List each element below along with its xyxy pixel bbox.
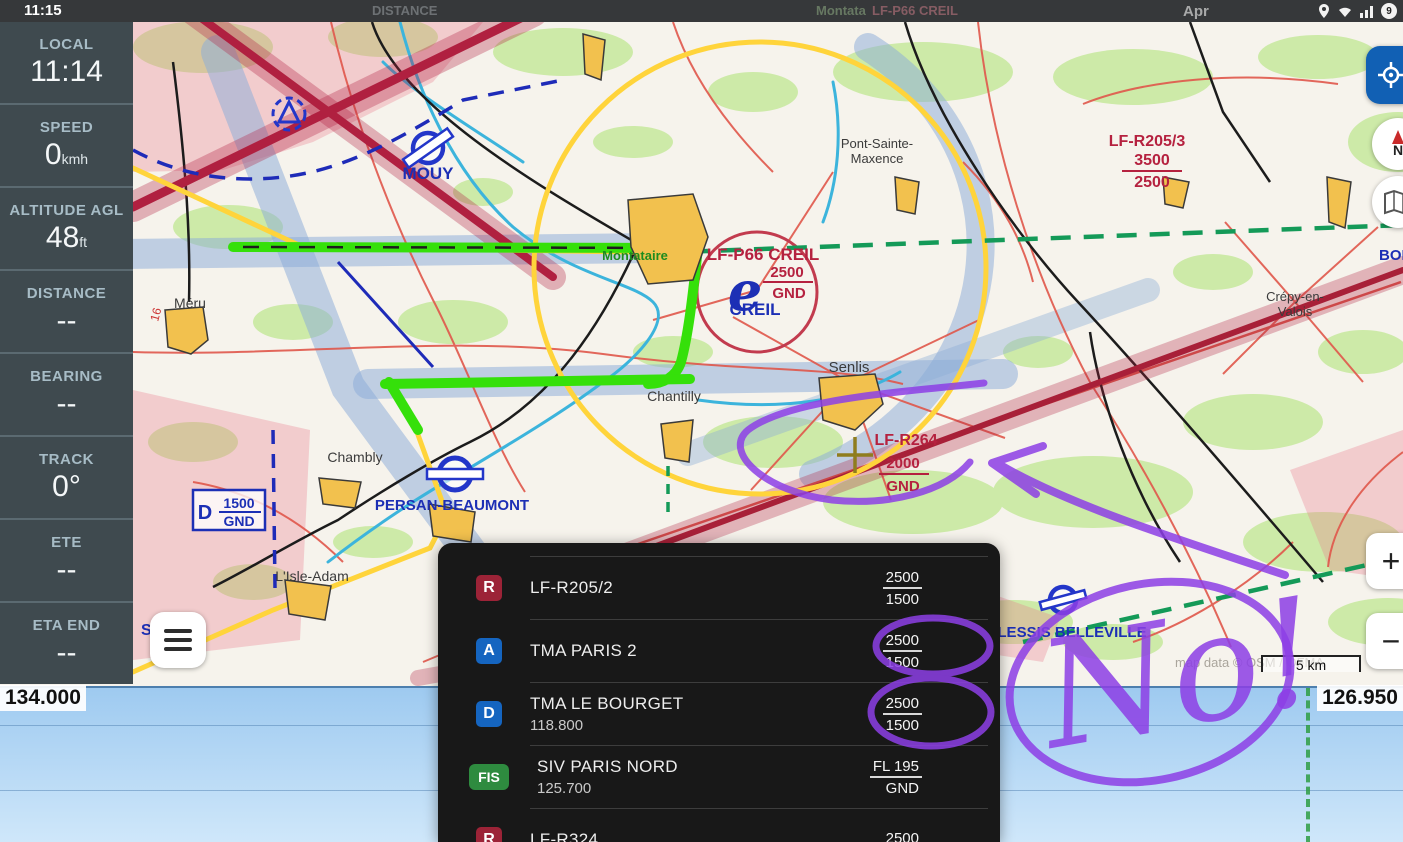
- metric-bearing: BEARING --: [0, 352, 133, 435]
- airspace-class-badge: A: [476, 638, 502, 664]
- svg-text:D: D: [198, 502, 212, 524]
- ghost-label: Montata: [816, 3, 866, 18]
- frequency-chip-left[interactable]: 134.000: [0, 685, 86, 711]
- signal-icon: [1360, 5, 1374, 18]
- metric-track: TRACK 0°: [0, 435, 133, 518]
- flight-data-sidebar: LOCAL 11:14 SPEED 0kmh ALTITUDE AGL 48ft…: [0, 22, 133, 684]
- ghost-label: LF-P66 CREIL: [872, 3, 958, 18]
- frequency-chip-right[interactable]: 126.950: [1317, 685, 1403, 711]
- airspace-row-siv-paris-nord[interactable]: FIS SIV PARIS NORD125.700 FL 195GND: [438, 746, 1000, 808]
- airspace-class-badge: FIS: [469, 764, 509, 790]
- label-senlis: Senlis: [829, 359, 870, 376]
- status-icons: 9: [1318, 2, 1397, 20]
- zoom-out-button[interactable]: −: [1366, 613, 1403, 669]
- label-crepy-2: Valois: [1278, 304, 1313, 319]
- svg-text:GND: GND: [886, 478, 920, 495]
- metric-altitude-agl: ALTITUDE AGL 48ft: [0, 186, 133, 269]
- airspace-row-tma-le-bourget[interactable]: D TMA LE BOURGET118.800 25001500: [438, 683, 1000, 745]
- svg-text:GND: GND: [772, 285, 806, 302]
- hamburger-icon: [164, 629, 192, 633]
- label-crepy-1: Crépy-en-: [1266, 289, 1324, 304]
- battery-icon: 9: [1381, 3, 1397, 19]
- status-bar: 11:15 DISTANCE Montata LF-P66 CREIL Apr …: [0, 0, 1403, 22]
- label-montataire: Montataire: [602, 248, 668, 263]
- scale-bar: 5 km: [1262, 656, 1360, 673]
- ghost-label: DISTANCE: [372, 3, 437, 18]
- airspace-row-lf-r205-2[interactable]: R LF-R205/2 25001500: [438, 557, 1000, 619]
- ghost-label: Apr: [1183, 3, 1209, 20]
- svg-text:3500: 3500: [1134, 152, 1170, 169]
- altitude-limits: 2500: [883, 830, 922, 842]
- location-pin-icon: [1318, 3, 1330, 19]
- metric-local: LOCAL 11:14: [0, 22, 133, 103]
- airspace-class-badge: R: [476, 827, 502, 842]
- metric-speed: SPEED 0kmh: [0, 103, 133, 186]
- status-time: 11:15: [24, 2, 62, 19]
- menu-button[interactable]: [150, 612, 206, 668]
- locate-button[interactable]: [1366, 46, 1403, 104]
- altitude-limits: FL 195GND: [870, 758, 922, 797]
- altitude-limits: 25001500: [883, 632, 922, 671]
- label-chantilly: Chantilly: [647, 388, 701, 404]
- zoom-in-button[interactable]: +: [1366, 533, 1403, 589]
- scale-label: 5 km: [1296, 657, 1326, 673]
- label-lf-p66: LF-P66 CREIL: [707, 245, 819, 264]
- gps-target-icon: [1377, 61, 1403, 89]
- label-bonn: BONN: [1379, 247, 1403, 264]
- metric-ete: ETE --: [0, 518, 133, 601]
- label-persan: PERSAN-BEAUMONT: [375, 497, 529, 514]
- airspace-row-lf-r324[interactable]: R LF-R324 2500: [438, 809, 1000, 842]
- folded-map-icon: [1383, 189, 1403, 215]
- airspace-class-badge: R: [476, 575, 502, 601]
- app-screen: e MOUY CREIL Montataire Pont-Sainte- Max…: [0, 0, 1403, 842]
- svg-text:1500: 1500: [223, 495, 254, 511]
- airspace-row-tma-paris-2[interactable]: A TMA PARIS 2 25001500: [438, 620, 1000, 682]
- label-meru: Méru: [174, 295, 206, 311]
- wifi-icon: [1337, 5, 1353, 18]
- altitude-limits: 25001500: [883, 569, 922, 608]
- north-label: N: [1393, 142, 1403, 158]
- profile-position-line: [1306, 688, 1310, 842]
- airspace-info-panel[interactable]: R LF-R205/2 25001500 A TMA PARIS 2 25001…: [438, 543, 1000, 842]
- label-lf-r264: LF-R264: [874, 432, 937, 449]
- label-lf-r205-3: LF-R205/3: [1109, 133, 1186, 150]
- label-pont-sainte-2: Maxence: [851, 151, 904, 166]
- svg-text:2500: 2500: [1134, 174, 1170, 191]
- altitude-limits: 25001500: [883, 695, 922, 734]
- metric-distance: DISTANCE --: [0, 269, 133, 352]
- label-isle-adam: L'Isle-Adam: [275, 568, 348, 584]
- label-plessis: PLESSIS BELLEVILLE: [987, 624, 1146, 641]
- airspace-class-badge: D: [476, 701, 502, 727]
- label-mouy: MOUY: [403, 164, 455, 183]
- class-d-altitude-box: D 1500 GND: [193, 490, 265, 530]
- svg-text:2000: 2000: [886, 455, 919, 472]
- svg-text:GND: GND: [223, 513, 254, 529]
- label-creil: CREIL: [730, 300, 781, 319]
- label-chambly: Chambly: [327, 449, 382, 465]
- svg-text:2500: 2500: [770, 264, 803, 281]
- metric-eta-end: ETA END --: [0, 601, 133, 684]
- label-pont-sainte-1: Pont-Sainte-: [841, 136, 913, 151]
